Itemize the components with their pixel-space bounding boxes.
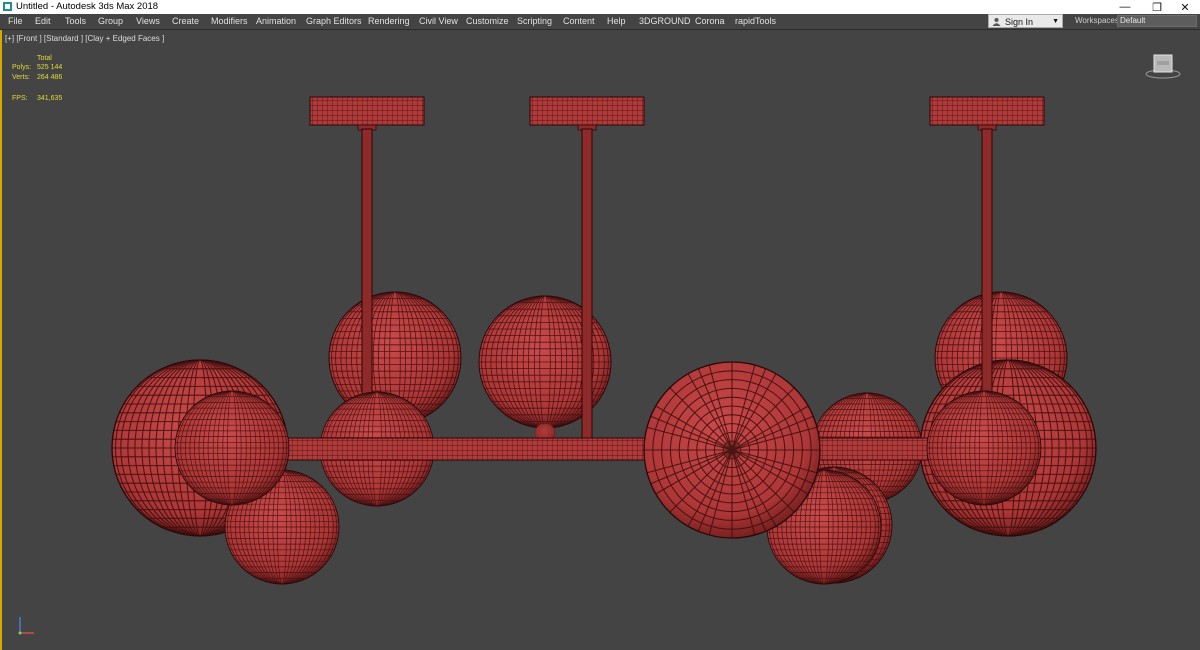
menu-graph-editors[interactable]: Graph Editors (306, 15, 362, 27)
menu-modifiers[interactable]: Modifiers (211, 15, 248, 27)
window-title: Untitled - Autodesk 3ds Max 2018 (16, 1, 159, 12)
dropdown-caret-icon: ▼ (1052, 18, 1059, 25)
app-icon (3, 2, 12, 11)
menu-help[interactable]: Help (607, 15, 626, 27)
close-button[interactable]: ✕ (1170, 0, 1200, 14)
sphere-front-right (926, 390, 1042, 506)
sphere-front-left (174, 390, 290, 506)
menu-file[interactable]: File (8, 15, 23, 27)
sphere-large-center (643, 361, 821, 539)
stats-fps-value: 341,635 (37, 95, 63, 102)
chandelier-model[interactable] (2, 30, 1200, 650)
stats-verts-value: 264 486 (37, 74, 63, 81)
menu-animation[interactable]: Animation (256, 15, 296, 27)
stats-total-header: Total (37, 55, 52, 62)
menu-group[interactable]: Group (98, 15, 123, 27)
close-icon: ✕ (1180, 1, 1190, 14)
menu-content[interactable]: Content (563, 15, 595, 27)
ceiling-canopy-center (529, 96, 645, 131)
menu-rapidtools[interactable]: rapidTools (735, 15, 776, 27)
sign-in-dropdown[interactable]: Sign In ▼ (988, 14, 1063, 28)
stats-fps-label: FPS: (12, 95, 28, 102)
minimize-icon: — (1119, 1, 1131, 13)
stats-verts-label: Verts: (12, 74, 30, 81)
stats-polys-label: Polys: (12, 64, 32, 71)
title-bar: Untitled - Autodesk 3ds Max 2018 — ❐ ✕ (0, 0, 1200, 14)
sign-in-label: Sign In (1005, 17, 1034, 27)
menu-scripting[interactable]: Scripting (517, 15, 552, 27)
axis-tripod-icon (18, 617, 34, 635)
menu-customize[interactable]: Customize (466, 15, 509, 27)
menu-views[interactable]: Views (136, 15, 160, 27)
menu-3dground[interactable]: 3DGROUND (639, 15, 691, 27)
stats-polys-value: 525 144 (37, 64, 63, 71)
ceiling-canopy-right (929, 96, 1045, 131)
viewcube-icon[interactable] (1145, 52, 1181, 80)
menu-civil-view[interactable]: Civil View (419, 15, 458, 27)
menu-edit[interactable]: Edit (35, 15, 51, 27)
menu-corona[interactable]: Corona (695, 15, 725, 27)
menu-rendering[interactable]: Rendering (368, 15, 410, 27)
minimize-button[interactable]: — (1110, 0, 1140, 14)
workspaces-label: Workspaces: (1075, 16, 1122, 25)
workspaces-select[interactable]: Default (1117, 15, 1197, 27)
horizontal-bar (286, 437, 933, 461)
ceiling-canopy-left (309, 96, 425, 131)
restore-button[interactable]: ❐ (1142, 0, 1172, 14)
menu-tools[interactable]: Tools (65, 15, 86, 27)
viewport-label[interactable]: [+] [Front ] [Standard ] [Clay + Edged F… (5, 34, 164, 43)
menu-create[interactable]: Create (172, 15, 199, 27)
front-viewport[interactable]: [+] [Front ] [Standard ] [Clay + Edged F… (0, 30, 1200, 650)
user-icon (992, 18, 1001, 26)
restore-icon: ❐ (1152, 1, 1162, 14)
